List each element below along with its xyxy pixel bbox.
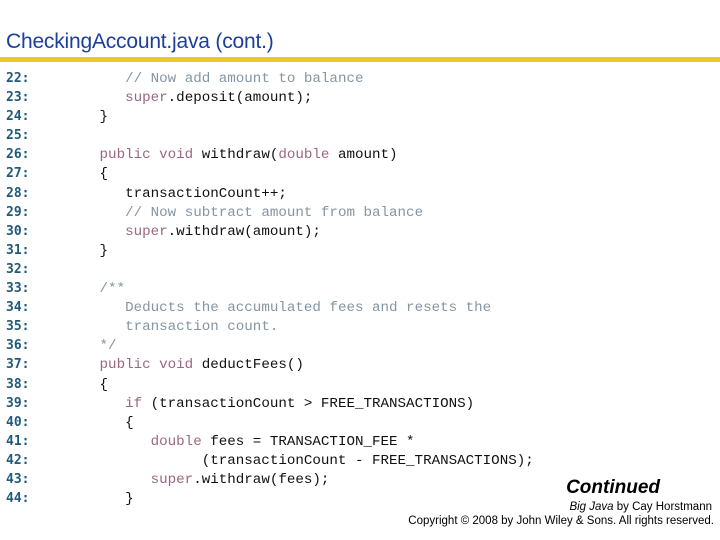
code-text: (transactionCount - FREE_TRANSACTIONS); [74,452,534,469]
code-line: 44: } [6,489,534,508]
code-line: 31: } [6,241,534,260]
code-line: 37: public void deductFees() [6,355,534,374]
continued-label: Continued [566,477,660,498]
code-text: amount) [329,147,398,164]
book-title: Big Java [569,501,614,513]
code-line: 40: { [6,413,534,432]
code-line: 33: /** [6,279,534,298]
code-line: 38: { [6,375,534,394]
line-number: 34: [6,300,30,316]
line-number: 37: [6,357,30,373]
code-text: { [74,376,109,393]
line-number: 28: [6,185,30,201]
line-number: 25: [6,128,30,144]
code-keyword: super [150,471,194,488]
code-keyword: super [125,90,168,107]
code-line: 30: super.withdraw(amount); [6,222,534,241]
code-line: 34: Deducts the accumulated fees and res… [6,298,534,317]
line-number: 32: [6,261,30,277]
code-comment: Deducts the accumulated fees and resets … [125,300,492,317]
code-comment: // Now add amount to balance [125,71,364,87]
line-number: 30: [6,223,30,239]
code-line: 29: // Now subtract amount from balance [6,203,534,222]
line-number: 35: [6,319,30,335]
line-number: 39: [6,395,30,411]
line-number: 24: [6,109,30,125]
line-number: 33: [6,281,30,297]
code-keyword: double [278,147,330,164]
code-line: 25: [6,126,534,145]
code-text: fees = TRANSACTION_FEE * [201,433,415,450]
line-number: 26: [6,147,30,163]
code-text: { [74,166,109,183]
code-comment: */ [99,338,117,355]
code-keyword: public void [99,357,194,374]
line-number: 43: [6,471,30,487]
code-text: .withdraw(amount); [167,223,321,240]
code-keyword: if [125,395,143,412]
line-number: 22: [6,71,30,86]
code-line: 22: // Now add amount to balance [6,69,534,88]
copyright-notice: Copyright © 2008 by John Wiley & Sons. A… [408,515,714,527]
code-text: transactionCount++; [74,185,287,202]
code-line: 42: (transactionCount - FREE_TRANSACTION… [6,451,534,470]
line-number: 27: [6,166,30,182]
code-line: 36: */ [6,336,534,355]
code-line: 39: if (transactionCount > FREE_TRANSACT… [6,394,534,413]
line-number: 42: [6,452,30,468]
code-line: 41: double fees = TRANSACTION_FEE * [6,432,534,451]
code-text: deductFees() [193,357,304,374]
code-line: 24: } [6,107,534,126]
code-line: 28: transactionCount++; [6,184,534,203]
line-number: 23: [6,90,30,106]
code-line: 27: { [6,164,534,183]
code-keyword: public void [99,147,194,164]
line-number: 38: [6,376,30,392]
code-text: } [74,242,109,259]
code-text: .withdraw(fees); [193,471,330,488]
code-comment: transaction count. [125,319,279,336]
book-author: by Cay Horstmann [613,501,712,513]
code-text: (transactionCount > FREE_TRANSACTIONS) [142,395,475,412]
code-line: 23: super.deposit(amount); [6,88,534,107]
code-listing: 22: // Now add amount to balance 23: supe… [6,69,534,508]
code-comment: /** [99,281,126,298]
code-comment: // Now subtract amount from balance [125,204,424,221]
code-line: 35: transaction count. [6,317,534,336]
code-keyword: double [150,433,202,450]
title-underline [0,57,720,62]
code-text: } [74,109,109,126]
line-number: 36: [6,338,30,354]
code-line: 32: [6,260,534,279]
code-text: } [74,491,134,508]
code-line: 43: super.withdraw(fees); [6,470,534,489]
line-number: 44: [6,491,30,507]
code-text: withdraw( [193,147,279,164]
line-number: 31: [6,242,30,258]
line-number: 41: [6,433,30,449]
line-number: 40: [6,414,30,430]
code-keyword: super [125,223,168,240]
code-text: { [74,414,134,431]
book-credit: Big Java by Cay Horstmann [569,501,712,513]
code-line: 26: public void withdraw(double amount) [6,145,534,164]
line-number: 29: [6,204,30,220]
code-text: .deposit(amount); [167,90,313,107]
slide-title: CheckingAccount.java (cont.) [6,30,274,53]
